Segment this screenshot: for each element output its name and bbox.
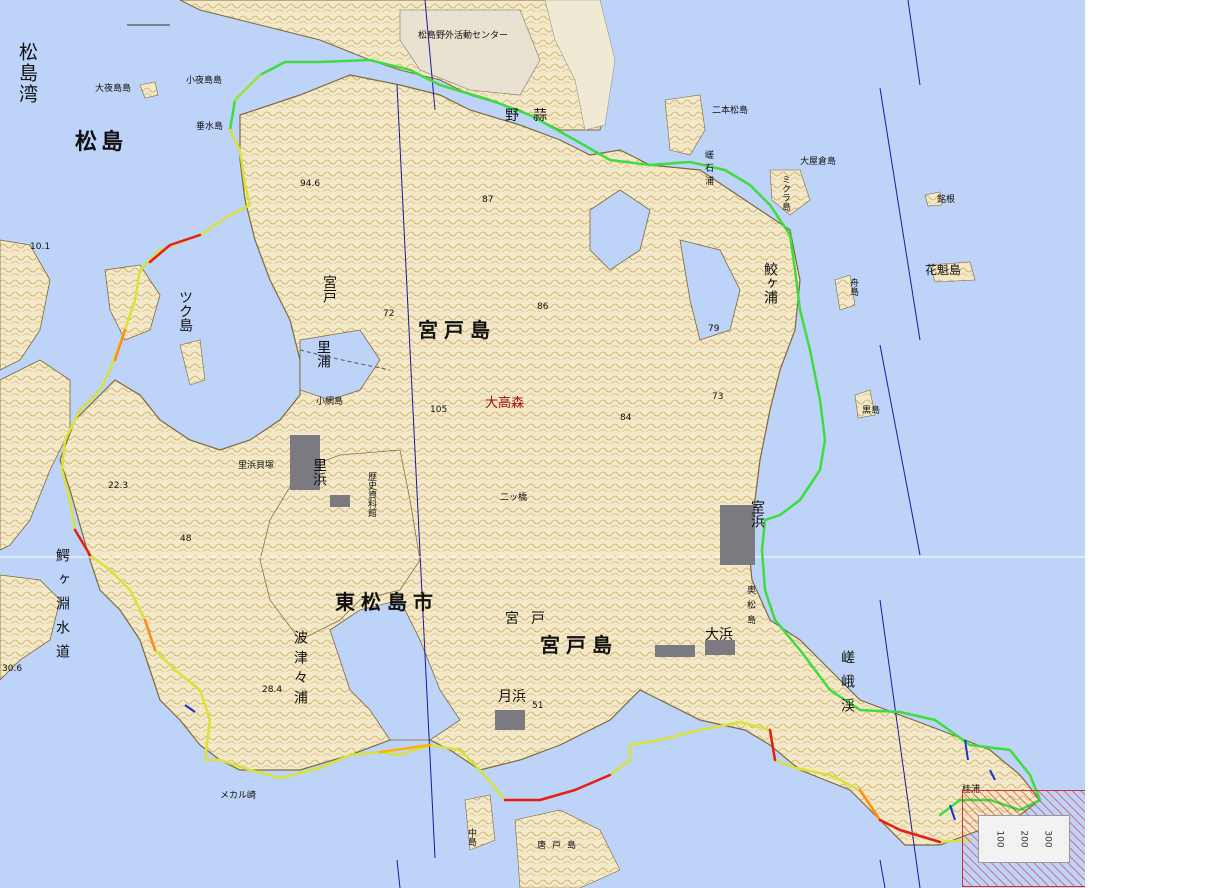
elevation-22: 22.3: [108, 481, 129, 491]
elevation-105: 105: [430, 405, 448, 415]
miyatojima-landmass: [59, 74, 1041, 846]
label-satohama-kaizuka: 里浜貝塚: [238, 461, 275, 471]
label-kuro-shima: 黒島: [862, 406, 881, 416]
elevation-10: 10.1: [30, 242, 51, 252]
mikura-isle: [769, 169, 811, 216]
scale-bar: 100 200 300: [978, 815, 1070, 863]
label-mekaru: メカル崎: [220, 791, 257, 801]
label-samegaura: 鮫ヶ浦: [762, 262, 778, 304]
label-futatsubashi: 二ッ橋: [500, 493, 528, 503]
label-koami-jima: 小網島: [316, 397, 344, 407]
elevation-48: 48: [180, 534, 192, 544]
label-karato-shima: 唐戸島: [537, 841, 583, 851]
label-oyoshima: 大夜島島: [95, 84, 132, 94]
label-muro-hama: 室浜: [749, 500, 765, 528]
elevation-30: 30.6: [2, 664, 23, 674]
elevation-94: 94.6: [300, 179, 321, 189]
elevation-84: 84: [620, 413, 632, 423]
elevation-79: 79: [708, 324, 720, 334]
label-sea-channel: 嵯峨渓: [839, 650, 855, 722]
label-okutamori: 大高森: [485, 396, 525, 411]
label-tsukujima: ツク島: [177, 290, 193, 332]
small-west-isle: [179, 339, 206, 386]
label-higashi-matsushima-shi: 東松島市: [335, 590, 439, 614]
label-tare-mizu: 垂水島: [196, 122, 224, 132]
label-naka-shima: 中島: [466, 828, 476, 846]
label-ohama: 大浜: [705, 627, 733, 643]
nihonmatsu-isle: [664, 94, 706, 156]
label-funa-jima: 舟島: [848, 278, 858, 296]
elevation-87: 87: [482, 195, 494, 205]
topographic-map[interactable]: 松島湾 松島 東松島市 宮戸 宮戸島 宮戸 宮戸島 大高森 里浜 里浜貝塚 歴史…: [0, 0, 1085, 888]
label-satohama: 里浜: [311, 458, 327, 486]
label-ishiura: 嵯石浦: [703, 150, 713, 189]
elevation-73: 73: [712, 392, 724, 402]
elevation-86: 86: [537, 302, 549, 312]
label-miyato-south: 宮戸: [505, 611, 557, 627]
scale-tick-300: 300: [1042, 830, 1053, 848]
nobiru-town: [399, 9, 541, 96]
label-hanaguri: 花魁島: [925, 263, 962, 277]
label-satoura: 里浦: [315, 340, 331, 368]
map-canvas: [0, 0, 1085, 888]
label-tsuku-road: 奥松島: [745, 585, 755, 630]
label-tsukihama: 月浜: [498, 689, 526, 705]
tsuku-island: [104, 264, 161, 341]
label-miyatojima-south: 宮戸島: [540, 633, 618, 657]
label-yakata-ura: 波津々浦: [292, 630, 308, 710]
elevation-28: 28.4: [262, 685, 283, 695]
oyo-island: [139, 81, 159, 99]
label-matsushima-outdoor: 松島野外活動センター: [418, 31, 509, 41]
scale-tick-200: 200: [1018, 830, 1029, 848]
label-nihon-matsu: 二本松島: [712, 106, 749, 116]
label-koyoshima: 小夜島島: [186, 76, 223, 86]
scale-tick-100: 100: [994, 830, 1005, 848]
elevation-51: 51: [532, 701, 544, 711]
label-shirone: 銘根: [937, 195, 956, 205]
label-miyatojima-north: 宮戸島: [418, 318, 496, 342]
label-noso: 野蒜: [505, 108, 561, 124]
west-island-2: [0, 359, 71, 551]
label-ohorakura: 大屋倉島: [800, 157, 837, 167]
label-rekishi-shiryokan: 歴史資料館: [366, 472, 376, 517]
label-matsushima-wan: 松島湾: [16, 42, 38, 105]
label-kamegafuchi-suido: 鰐ヶ淵水道: [54, 548, 70, 668]
label-miyato-west: 宮戸: [321, 275, 337, 303]
label-matsushima: 松島: [75, 130, 128, 155]
west-island-1: [0, 239, 51, 371]
elevation-72: 72: [383, 309, 395, 319]
label-mikura: ミクラ島: [780, 175, 790, 211]
